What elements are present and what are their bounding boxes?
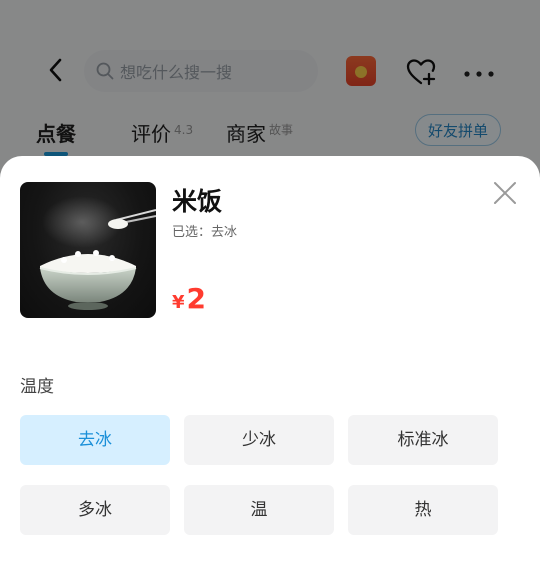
selected-prefix: 已选： (172, 225, 212, 240)
product-price: ¥2 (172, 282, 206, 315)
temperature-section-label: 温度 (20, 377, 54, 397)
option-button[interactable]: 温 (184, 485, 334, 535)
option-button[interactable]: 多冰 (20, 485, 170, 535)
product-name: 米饭 (172, 187, 223, 216)
currency-symbol: ¥ (172, 292, 185, 313)
selected-value: 去冰 (211, 225, 238, 240)
rice-bowl-illustration (39, 196, 156, 310)
option-button[interactable]: 去冰 (20, 415, 170, 465)
price-value: 2 (186, 282, 207, 315)
option-button[interactable]: 标准冰 (348, 415, 498, 465)
close-icon (494, 182, 516, 204)
selected-spec: 已选：去冰 (172, 221, 237, 240)
option-button[interactable]: 热 (348, 485, 498, 535)
product-image (20, 182, 156, 318)
product-options-sheet: 米饭 已选：去冰 ¥2 温度 去冰 少冰 标准冰 多冰 温 热 (0, 156, 540, 576)
option-button[interactable]: 少冰 (184, 415, 334, 465)
close-button[interactable] (490, 178, 520, 208)
